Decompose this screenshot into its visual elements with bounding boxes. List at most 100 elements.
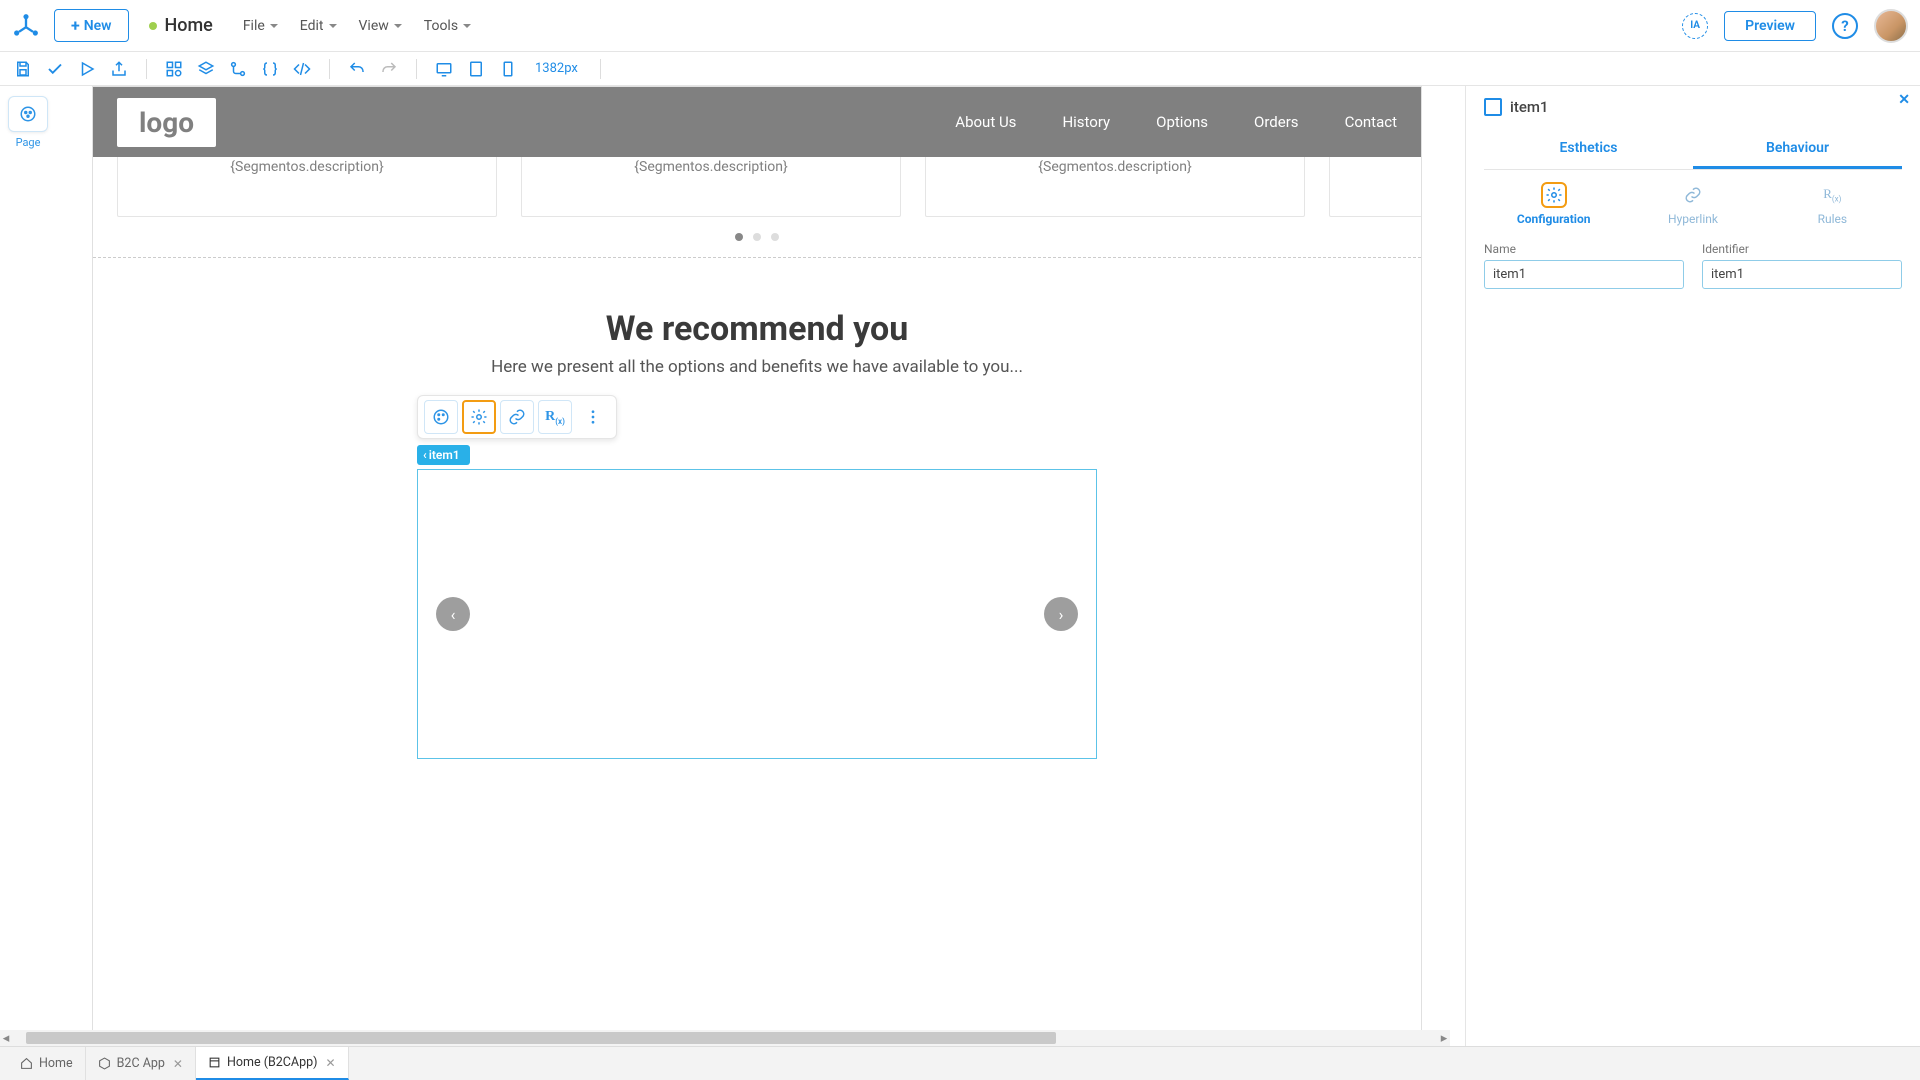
save-icon[interactable] (12, 58, 34, 80)
rules-icon: R(x) (1819, 182, 1845, 208)
gear-icon[interactable] (462, 400, 496, 434)
close-icon[interactable]: ✕ (1898, 92, 1910, 108)
play-icon[interactable] (76, 58, 98, 80)
tab-behaviour[interactable]: Behaviour (1693, 130, 1902, 169)
braces-icon[interactable] (259, 58, 281, 80)
horizontal-scrollbar[interactable]: ◂ ▸ (0, 1030, 1450, 1046)
bottom-tab-app[interactable]: B2C App ✕ (86, 1047, 196, 1080)
tab-label: B2C App (117, 1056, 165, 1071)
page-label: Page (8, 136, 48, 149)
checkbox-icon[interactable] (1484, 98, 1502, 116)
subtab-label: Configuration (1517, 212, 1591, 226)
name-input[interactable] (1484, 260, 1684, 289)
code-icon[interactable] (291, 58, 313, 80)
selected-widget-area: R(x) ‹ item1 ‹ › (417, 395, 1097, 759)
subtab-configuration[interactable]: Configuration (1484, 182, 1623, 226)
home-icon (20, 1057, 33, 1070)
cube-icon (98, 1057, 111, 1070)
mobile-icon[interactable] (497, 58, 519, 80)
nav-history[interactable]: History (1062, 113, 1110, 131)
properties-panel: ✕ item1 Esthetics Behaviour Configuratio… (1465, 86, 1920, 1046)
undo-icon[interactable] (346, 58, 368, 80)
bottom-tab-bar: Home B2C App ✕ Home (B2CApp) ✕ (0, 1046, 1920, 1080)
page-thumbnail[interactable] (8, 96, 48, 132)
menu-view[interactable]: View (359, 18, 402, 34)
canvas-width: 1382px (529, 61, 584, 76)
canvas-scroll[interactable]: logo About Us History Options Orders Con… (72, 86, 1465, 1046)
subtab-rules[interactable]: R(x) Rules (1763, 182, 1902, 226)
carousel-prev-icon[interactable]: ‹ (436, 597, 470, 631)
selected-item-box[interactable]: ‹ › (417, 469, 1097, 759)
bottom-tab-page[interactable]: Home (B2CApp) ✕ (196, 1047, 349, 1080)
segment-desc: {Segmentos.description} (1038, 159, 1191, 175)
segment-desc: {Segmentos.description} (230, 159, 383, 175)
identifier-label: Identifier (1702, 242, 1902, 256)
main-area: Page logo About Us History Options Order… (0, 86, 1920, 1046)
desktop-icon[interactable] (433, 58, 455, 80)
nav-orders[interactable]: Orders (1254, 113, 1299, 131)
link-icon (1680, 182, 1706, 208)
close-icon[interactable]: ✕ (325, 1056, 335, 1070)
document-title: Home (165, 15, 213, 36)
menu-bar: File Edit View Tools (243, 18, 471, 34)
name-field-group: Name (1484, 242, 1684, 289)
nav-about[interactable]: About Us (955, 113, 1016, 131)
gear-icon (1541, 182, 1567, 208)
panel-title: item1 (1510, 98, 1548, 116)
carousel-dots (93, 217, 1421, 257)
site-header: logo About Us History Options Orders Con… (93, 87, 1421, 157)
page-icon (208, 1056, 221, 1069)
check-icon[interactable] (44, 58, 66, 80)
chevron-left-icon: ‹ (423, 448, 427, 462)
config-form: Name Identifier (1484, 242, 1902, 289)
menu-file[interactable]: File (243, 18, 278, 34)
identifier-field-group: Identifier (1702, 242, 1902, 289)
tablet-icon[interactable] (465, 58, 487, 80)
top-bar: +New Home File Edit View Tools IA Previe… (0, 0, 1920, 52)
section-heading: We recommend you (133, 309, 1381, 349)
bottom-tab-home[interactable]: Home (8, 1047, 86, 1080)
name-label: Name (1484, 242, 1684, 256)
tab-label: Home (B2CApp) (227, 1055, 318, 1070)
site-nav: About Us History Options Orders Contact (955, 113, 1397, 131)
user-avatar[interactable] (1874, 9, 1908, 43)
site-logo: logo (117, 98, 216, 147)
redo-icon[interactable] (378, 58, 400, 80)
close-icon[interactable]: ✕ (173, 1057, 183, 1071)
more-icon[interactable] (576, 400, 610, 434)
menu-edit[interactable]: Edit (300, 18, 337, 34)
git-icon[interactable] (227, 58, 249, 80)
design-canvas[interactable]: logo About Us History Options Orders Con… (92, 86, 1422, 1046)
floating-toolbar: R(x) (417, 395, 617, 439)
help-icon[interactable]: ? (1832, 13, 1858, 39)
ia-badge-icon[interactable]: IA (1682, 13, 1708, 39)
components-icon[interactable] (163, 58, 185, 80)
selection-breadcrumb[interactable]: ‹ item1 (417, 445, 470, 465)
new-button[interactable]: +New (54, 9, 129, 42)
section-subtitle: Here we present all the options and bene… (133, 357, 1381, 377)
toolbar: 1382px (0, 52, 1920, 86)
dot-icon[interactable] (735, 233, 743, 241)
nav-contact[interactable]: Contact (1345, 113, 1397, 131)
dot-icon[interactable] (753, 233, 761, 241)
nav-options[interactable]: Options (1156, 113, 1208, 131)
recommend-section: We recommend you Here we present all the… (93, 263, 1421, 799)
scrollbar-thumb[interactable] (26, 1032, 1056, 1044)
tab-label: Home (39, 1056, 73, 1071)
menu-tools[interactable]: Tools (424, 18, 471, 34)
subtab-label: Hyperlink (1668, 212, 1718, 226)
carousel-next-icon[interactable]: › (1044, 597, 1078, 631)
preview-button[interactable]: Preview (1724, 11, 1816, 41)
layers-icon[interactable] (195, 58, 217, 80)
identifier-input[interactable] (1702, 260, 1902, 289)
tab-esthetics[interactable]: Esthetics (1484, 130, 1693, 169)
dot-icon[interactable] (771, 233, 779, 241)
export-icon[interactable] (108, 58, 130, 80)
subtab-label: Rules (1818, 212, 1847, 226)
palette-icon[interactable] (424, 400, 458, 434)
subtab-hyperlink[interactable]: Hyperlink (1623, 182, 1762, 226)
link-icon[interactable] (500, 400, 534, 434)
rules-icon[interactable]: R(x) (538, 400, 572, 434)
app-logo-icon (12, 12, 40, 40)
save-status-dot (149, 22, 157, 30)
